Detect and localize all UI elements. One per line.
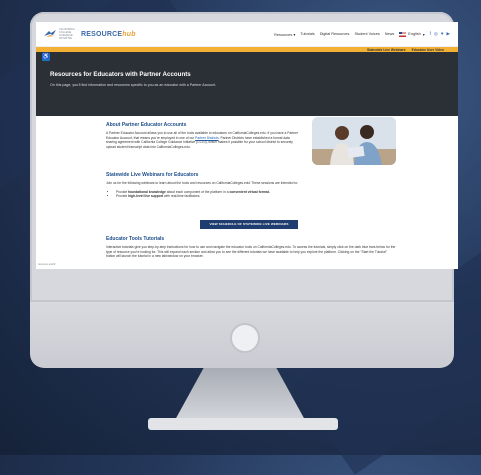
bullet-bold: foundational knowledge	[128, 189, 166, 194]
partner-districts-link[interactable]: Partner Districts	[195, 136, 218, 140]
logo-resource-text: RESOURCE	[81, 30, 123, 38]
nav-item-tutorials[interactable]: Tutorials	[300, 32, 314, 36]
webinars-intro: Join us for the following webinars to le…	[106, 181, 299, 185]
nav-item-resources[interactable]: Resources ▾	[274, 32, 295, 37]
tutorials-text: Interactive tutorials give you step-by-s…	[106, 245, 396, 259]
webinars-heading: Statewide Live Webinars for Educators	[106, 172, 199, 178]
bullet-text: Provide	[116, 189, 129, 194]
facebook-icon[interactable]: f	[430, 31, 431, 37]
bullet-text: with real-time facilitators.	[163, 194, 201, 199]
language-selector[interactable]: English ▾	[399, 31, 425, 37]
bullet-bold: high-level live support	[128, 194, 164, 199]
instagram-icon[interactable]: ◎	[434, 31, 438, 37]
status-url: resource.edu/#	[38, 263, 56, 266]
logo-hub-text: hub	[122, 30, 136, 38]
about-text: A Partner Educator Account allows you to…	[106, 131, 301, 149]
ccgi-logo-icon	[44, 30, 56, 37]
twitter-icon[interactable]: ♥	[441, 31, 444, 37]
bullet-text: Provide	[116, 194, 129, 199]
nav-item-student-voices[interactable]: Student Voices	[354, 32, 379, 36]
browser-screen: CALIFORNIA COLLEGE GUIDANCE INITIATIVE R…	[36, 22, 458, 269]
social-links: f ◎ ♥ ▶	[430, 31, 450, 37]
webinars-bullets: Provide foundational knowledge about eac…	[116, 190, 396, 200]
ccgi-logo-text[interactable]: CALIFORNIA COLLEGE GUIDANCE INITIATIVE	[59, 28, 77, 40]
us-flag-icon	[399, 31, 407, 37]
monitor-stand	[175, 368, 305, 420]
page-description: On this page, you'll find information an…	[50, 83, 217, 87]
resourcehub-logo[interactable]: RESOURCEhub	[81, 31, 136, 38]
site-header: CALIFORNIA COLLEGE GUIDANCE INITIATIVE R…	[36, 22, 458, 47]
nav-label: Resources	[274, 32, 293, 37]
monitor-base	[148, 418, 338, 430]
youtube-icon[interactable]: ▶	[447, 31, 450, 37]
page-title: Resources for Educators with Partner Acc…	[50, 71, 191, 78]
nav-item-digital-resources[interactable]: Digital Resources	[320, 32, 350, 36]
view-webinars-button[interactable]: VIEW SCHEDULE OF STATEWIDE LIVE WEBINARS	[200, 220, 298, 229]
list-item: Provide high-level live support with rea…	[116, 194, 396, 199]
tutorials-section: Educator Tools Tutorials Interactive tut…	[106, 236, 396, 259]
bullet-text: about each component of the platform in …	[165, 189, 230, 194]
nav-item-news[interactable]: News	[385, 32, 395, 36]
bullet-bold: convenient virtual format.	[229, 189, 270, 194]
monitor-button	[230, 323, 260, 353]
tutorials-heading: Educator Tools Tutorials	[106, 236, 165, 242]
accessibility-icon[interactable]: ♿	[42, 53, 50, 61]
main-nav: Resources ▾ Tutorials Digital Resources …	[274, 31, 450, 37]
educators-photo	[312, 117, 396, 165]
language-label: English	[408, 32, 421, 36]
webinars-section: Statewide Live Webinars for Educators Jo…	[106, 172, 396, 199]
